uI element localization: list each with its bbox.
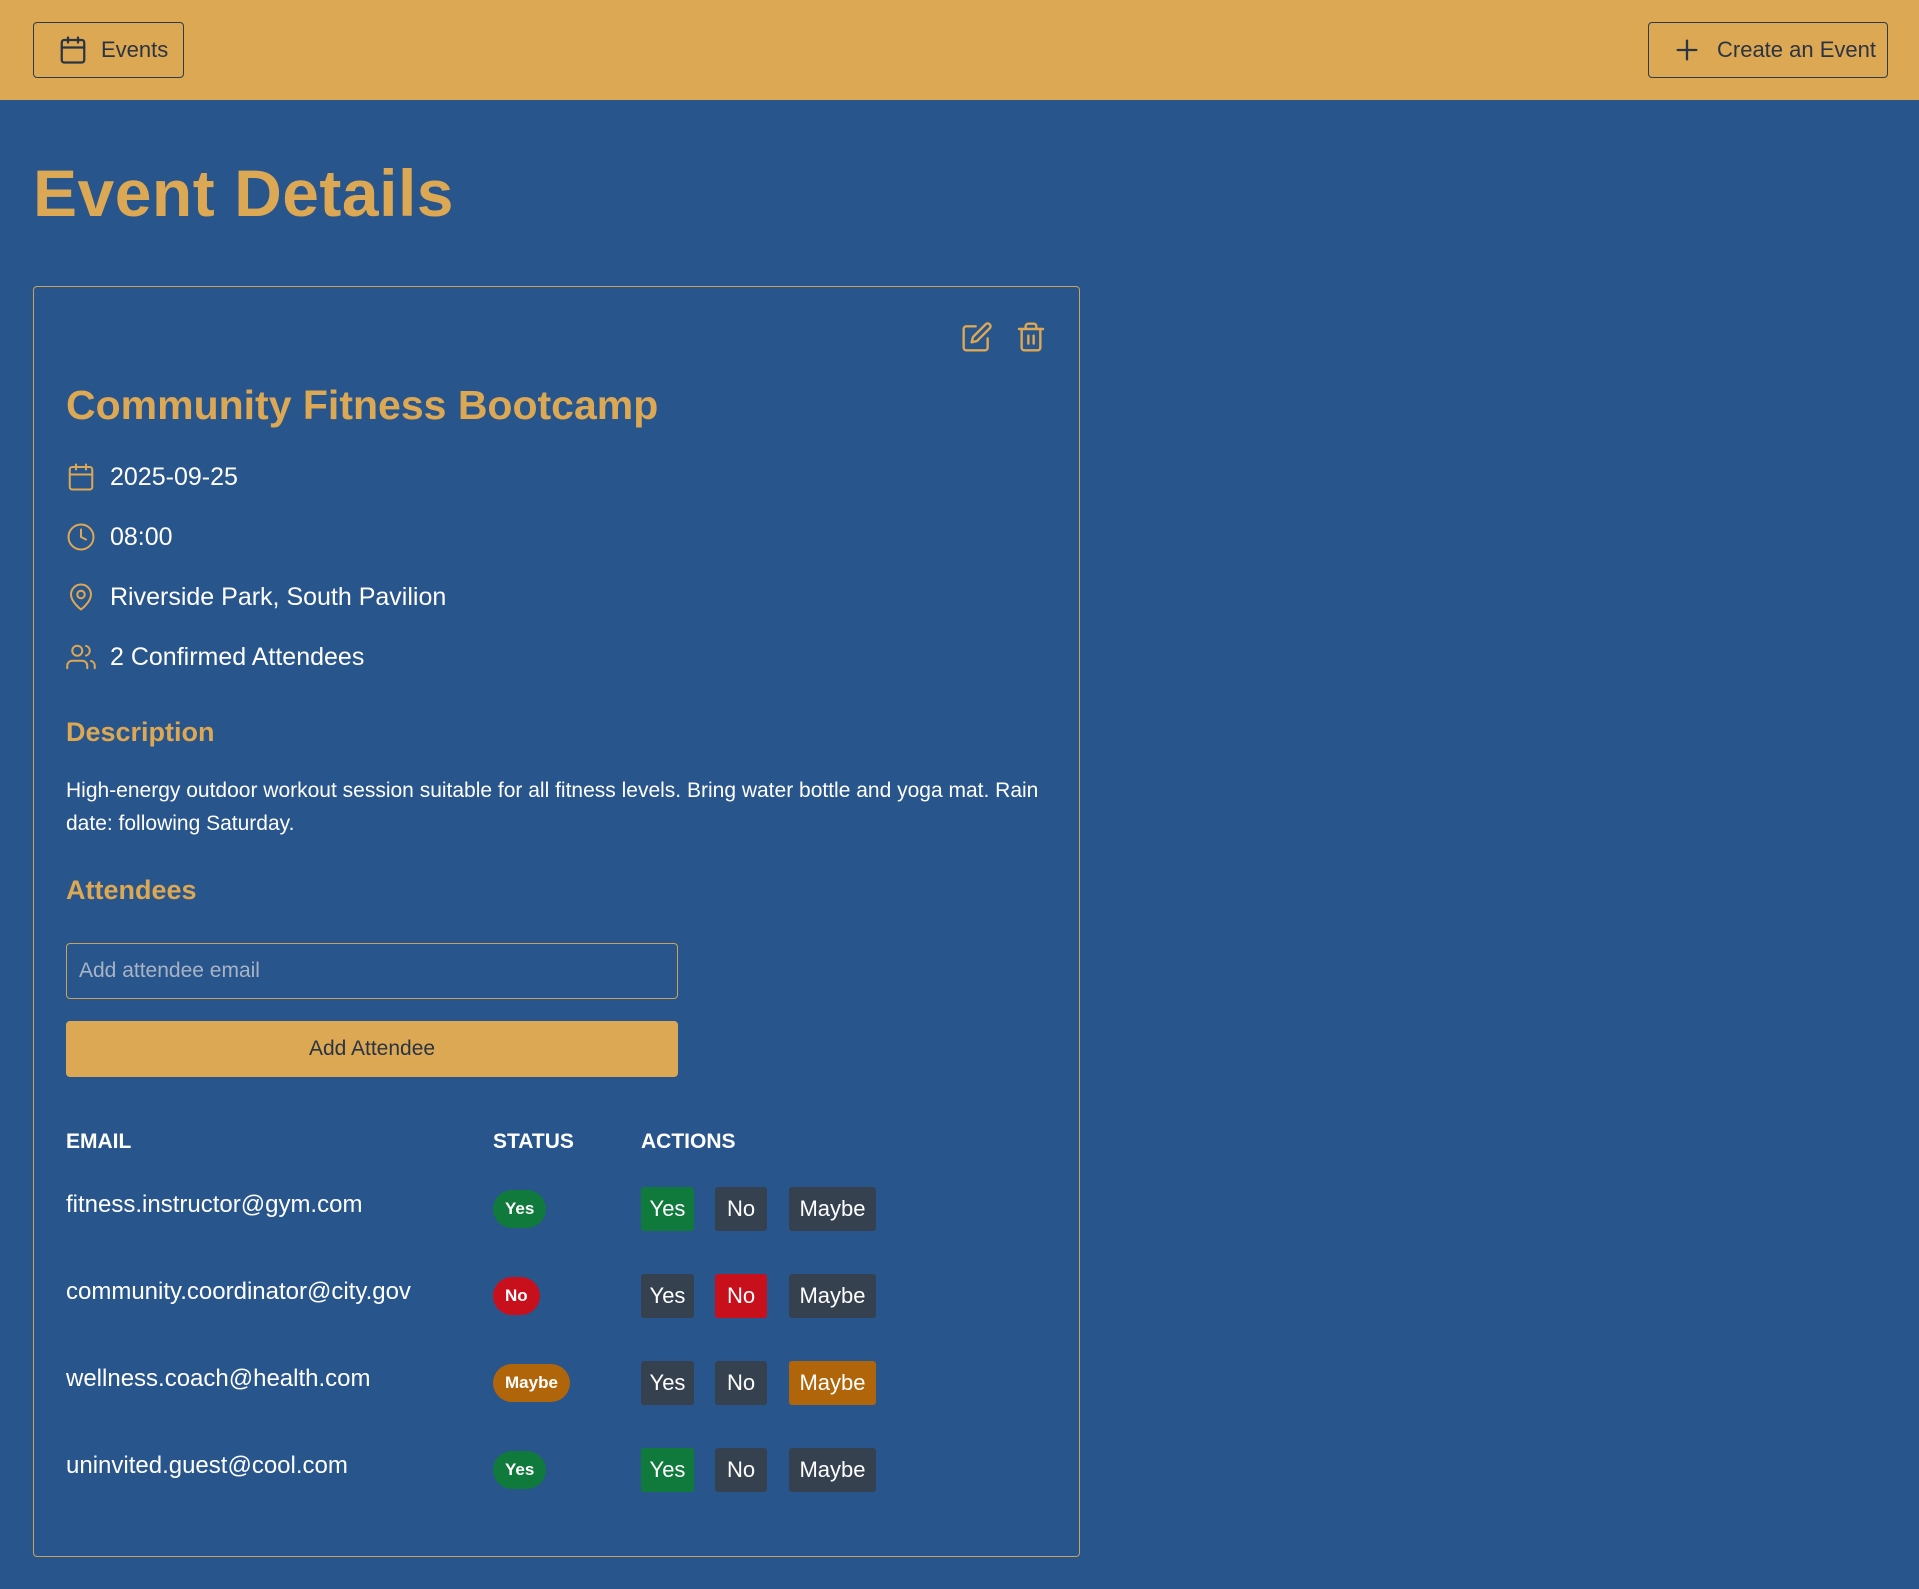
add-attendee-button[interactable]: Add Attendee	[66, 1021, 678, 1077]
event-card: Community Fitness Bootcamp 2025-09-25 08…	[33, 286, 1080, 1557]
clock-icon	[67, 523, 95, 551]
rsvp-maybe-button[interactable]: Maybe	[789, 1361, 876, 1405]
column-header-email: EMAIL	[66, 1130, 132, 1153]
calendar-icon	[60, 36, 86, 64]
status-badge: No	[493, 1277, 540, 1315]
users-icon	[66, 644, 96, 670]
event-time-row: 08:00	[66, 522, 173, 552]
column-header-status: STATUS	[493, 1130, 574, 1153]
event-date-row: 2025-09-25	[66, 462, 238, 492]
attendee-email: wellness.coach@health.com	[66, 1365, 371, 1392]
map-pin-icon	[70, 583, 92, 611]
event-location: Riverside Park, South Pavilion	[110, 582, 447, 611]
attendee-email: fitness.instructor@gym.com	[66, 1191, 363, 1218]
status-badge: Yes	[493, 1451, 547, 1489]
rsvp-maybe-button[interactable]: Maybe	[789, 1187, 876, 1231]
rsvp-no-button[interactable]: No	[715, 1274, 767, 1318]
event-location-row: Riverside Park, South Pavilion	[66, 582, 446, 612]
event-description: High-energy outdoor workout session suit…	[66, 779, 1039, 835]
trash-icon[interactable]	[1015, 321, 1047, 353]
column-header-actions: ACTIONS	[641, 1130, 736, 1153]
create-event-label: Create an Event	[1717, 37, 1876, 62]
rsvp-yes-button[interactable]: Yes	[641, 1274, 694, 1318]
event-title: Community Fitness Bootcamp	[66, 382, 659, 428]
rsvp-yes-button[interactable]: Yes	[641, 1187, 694, 1231]
card-actions	[961, 321, 1047, 353]
page-title: Event Details	[33, 156, 454, 230]
event-attendee-count-row: 2 Confirmed Attendees	[66, 642, 364, 672]
rsvp-yes-button[interactable]: Yes	[641, 1361, 694, 1405]
rsvp-maybe-button[interactable]: Maybe	[789, 1448, 876, 1492]
attendee-email: community.coordinator@city.gov	[66, 1278, 411, 1305]
rsvp-no-button[interactable]: No	[715, 1448, 767, 1492]
calendar-icon	[68, 463, 94, 491]
event-attendee-count: 2 Confirmed Attendees	[110, 642, 365, 671]
events-nav-label: Events	[101, 37, 169, 62]
event-date: 2025-09-25	[110, 462, 238, 491]
events-nav-button[interactable]: Events	[33, 22, 184, 78]
rsvp-yes-button[interactable]: Yes	[641, 1448, 694, 1492]
attendees-heading: Attendees	[66, 875, 197, 905]
create-event-button[interactable]: Create an Event	[1648, 22, 1888, 78]
attendee-email: uninvited.guest@cool.com	[66, 1452, 348, 1479]
rsvp-maybe-button[interactable]: Maybe	[789, 1274, 876, 1318]
top-bar: Events Create an Event	[0, 0, 1919, 100]
description-heading: Description	[66, 717, 215, 747]
status-badge: Maybe	[493, 1364, 570, 1402]
edit-icon[interactable]	[961, 321, 993, 353]
status-badge: Yes	[493, 1190, 547, 1228]
plus-icon	[1676, 39, 1698, 61]
rsvp-no-button[interactable]: No	[715, 1187, 767, 1231]
rsvp-no-button[interactable]: No	[715, 1361, 767, 1405]
event-time: 08:00	[110, 522, 173, 551]
attendee-email-input[interactable]	[66, 943, 678, 999]
